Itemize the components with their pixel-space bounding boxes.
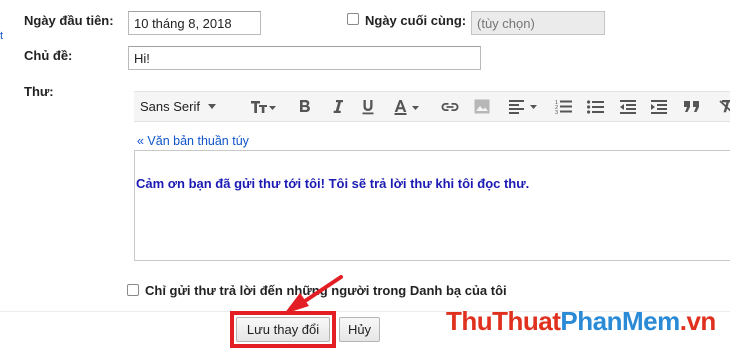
watermark-logo: ThuThuatPhanMem.vn: [446, 306, 716, 336]
pointer-arrow-icon: [284, 275, 343, 314]
